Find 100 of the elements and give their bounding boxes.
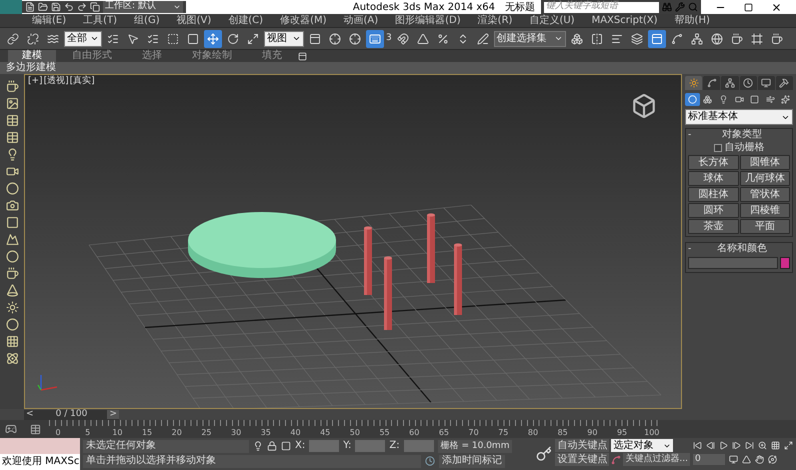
- category-button[interactable]: [685, 93, 700, 106]
- command-panel-tab[interactable]: [758, 76, 775, 90]
- grid-icon[interactable]: [6, 335, 18, 348]
- object-type-button[interactable]: 管状体: [740, 187, 790, 202]
- object-type-button[interactable]: 平面: [740, 219, 790, 234]
- checkbox[interactable]: [714, 144, 722, 152]
- image-icon[interactable]: [6, 97, 18, 110]
- step-back-icon[interactable]: [706, 441, 715, 450]
- copy-icon[interactable]: [90, 2, 100, 12]
- grid-icon[interactable]: [771, 441, 780, 450]
- menu-item[interactable]: MAXScript(X): [592, 16, 658, 26]
- toolbar-button[interactable]: [366, 30, 384, 48]
- maximize-icon[interactable]: [744, 2, 753, 12]
- menu-item[interactable]: 创建(C): [228, 16, 264, 26]
- save-icon[interactable]: [51, 2, 61, 12]
- redo-icon[interactable]: [77, 2, 87, 12]
- auto-key-button[interactable]: 自动关键点: [555, 439, 610, 452]
- y-input-field[interactable]: [355, 440, 386, 452]
- menu-item[interactable]: 渲染(R): [478, 16, 512, 26]
- object-type-button[interactable]: 长方体: [688, 155, 738, 170]
- rollout-title[interactable]: 名称和颜色: [694, 243, 790, 255]
- command-panel-tab[interactable]: [703, 76, 720, 90]
- z-input-field[interactable]: [404, 440, 434, 452]
- object-type-button[interactable]: 茶壶: [688, 219, 738, 234]
- viewport-label[interactable]: [透视]: [44, 77, 69, 86]
- collapse-toggle[interactable]: -: [688, 130, 692, 140]
- folder-icon[interactable]: [38, 2, 48, 12]
- skip-back-icon[interactable]: [693, 441, 702, 450]
- undo-icon[interactable]: [64, 2, 74, 12]
- play-icon[interactable]: [719, 441, 728, 450]
- next-frame-button[interactable]: >: [107, 410, 119, 419]
- triangle-icon[interactable]: [742, 455, 751, 464]
- camera-icon[interactable]: [6, 165, 18, 178]
- view-cube-icon[interactable]: [631, 93, 657, 119]
- camera-icon[interactable]: [6, 199, 18, 212]
- lock-icon[interactable]: [267, 441, 277, 451]
- square-icon[interactable]: [6, 216, 18, 229]
- command-panel-tab[interactable]: [776, 76, 794, 90]
- zoom-icon[interactable]: [758, 441, 767, 450]
- object-type-button[interactable]: 圆环: [688, 203, 738, 218]
- collapse-toggle[interactable]: -: [688, 244, 692, 254]
- square-icon[interactable]: [281, 441, 291, 451]
- object-type-button[interactable]: 圆锥体: [740, 155, 790, 170]
- atom-icon[interactable]: [6, 352, 18, 365]
- menu-item[interactable]: 视图(V): [176, 16, 212, 26]
- circle-icon[interactable]: [6, 250, 18, 263]
- ribbon-tab[interactable]: 建模: [8, 50, 56, 62]
- key-mode-dropdown[interactable]: 选定对象: [611, 439, 674, 452]
- toolbar-button[interactable]: [648, 30, 666, 48]
- menu-item[interactable]: 自定义(U): [529, 16, 575, 26]
- time-tag-icon[interactable]: [425, 456, 435, 466]
- ribbon-tab[interactable]: 对象绘制: [178, 50, 246, 62]
- add-time-tag-button[interactable]: 添加时间标记: [439, 454, 505, 468]
- search-field[interactable]: 键入关键字或短语: [544, 2, 659, 12]
- sun-icon[interactable]: [6, 301, 18, 314]
- lightbulb-icon[interactable]: [253, 441, 263, 451]
- x-input-field[interactable]: [309, 440, 340, 452]
- object-type-button[interactable]: 球体: [688, 171, 738, 186]
- menu-item[interactable]: 组(G): [134, 16, 160, 26]
- object-type-button[interactable]: 圆柱体: [688, 187, 738, 202]
- menu-item[interactable]: 修改器(M): [280, 16, 326, 26]
- controller-icon[interactable]: [5, 423, 17, 435]
- frame-counter[interactable]: < 0 / 100 >: [24, 410, 119, 420]
- new-file-icon[interactable]: [25, 2, 35, 12]
- curve-icon[interactable]: [611, 454, 622, 464]
- selection-set-dropdown[interactable]: 创建选择集: [494, 30, 566, 46]
- viewport[interactable]: [+][透视][真实]: [24, 74, 682, 409]
- zoom-extents-icon[interactable]: [784, 441, 793, 450]
- ribbon-tab[interactable]: 填充: [248, 50, 296, 62]
- panel-icon[interactable]: [298, 52, 307, 60]
- previous-frame-button[interactable]: <: [24, 410, 36, 419]
- track-bar[interactable]: 0 5 10 15 20 25 30 35 40 45 50 55 60 65 70 75 80 85 90 95 100: [49, 420, 661, 438]
- ribbon-tab[interactable]: 自由形式: [58, 50, 126, 62]
- pan-icon[interactable]: [755, 455, 764, 464]
- monitor-icon[interactable]: [729, 455, 738, 464]
- workspace-dropdown[interactable]: 工作区: 默认: [103, 1, 183, 13]
- table-icon[interactable]: [6, 114, 18, 127]
- rollout-title[interactable]: 对象类型: [694, 129, 790, 141]
- menu-item[interactable]: 图形编辑器(D): [395, 16, 461, 26]
- skip-forward-icon[interactable]: [745, 441, 754, 450]
- frame-input-field[interactable]: 0: [693, 454, 725, 465]
- key-icon[interactable]: [536, 446, 552, 462]
- cone-icon[interactable]: [6, 284, 18, 297]
- viewport-label[interactable]: [+]: [28, 77, 43, 86]
- command-panel-tab[interactable]: [685, 76, 702, 90]
- circle-icon[interactable]: [6, 182, 18, 195]
- name-input-field[interactable]: [688, 257, 778, 269]
- set-key-button[interactable]: 设置关键点: [555, 453, 610, 466]
- color-swatch[interactable]: [780, 257, 790, 269]
- command-panel-tab[interactable]: [721, 76, 739, 90]
- key-filters-button[interactable]: 关键点过滤器...: [623, 453, 690, 466]
- object-type-button[interactable]: 几何球体: [740, 171, 790, 186]
- track-view-icon[interactable]: [30, 424, 41, 434]
- selection-filter-dropdown[interactable]: 全部: [64, 30, 102, 46]
- toolbar-button[interactable]: [204, 30, 222, 48]
- step-forward-icon[interactable]: [732, 441, 741, 450]
- viewport-label[interactable]: [真实]: [70, 77, 95, 86]
- table-icon[interactable]: [6, 131, 18, 144]
- menu-item[interactable]: 编辑(E): [32, 16, 66, 26]
- object-type-button[interactable]: 四棱锥: [740, 203, 790, 218]
